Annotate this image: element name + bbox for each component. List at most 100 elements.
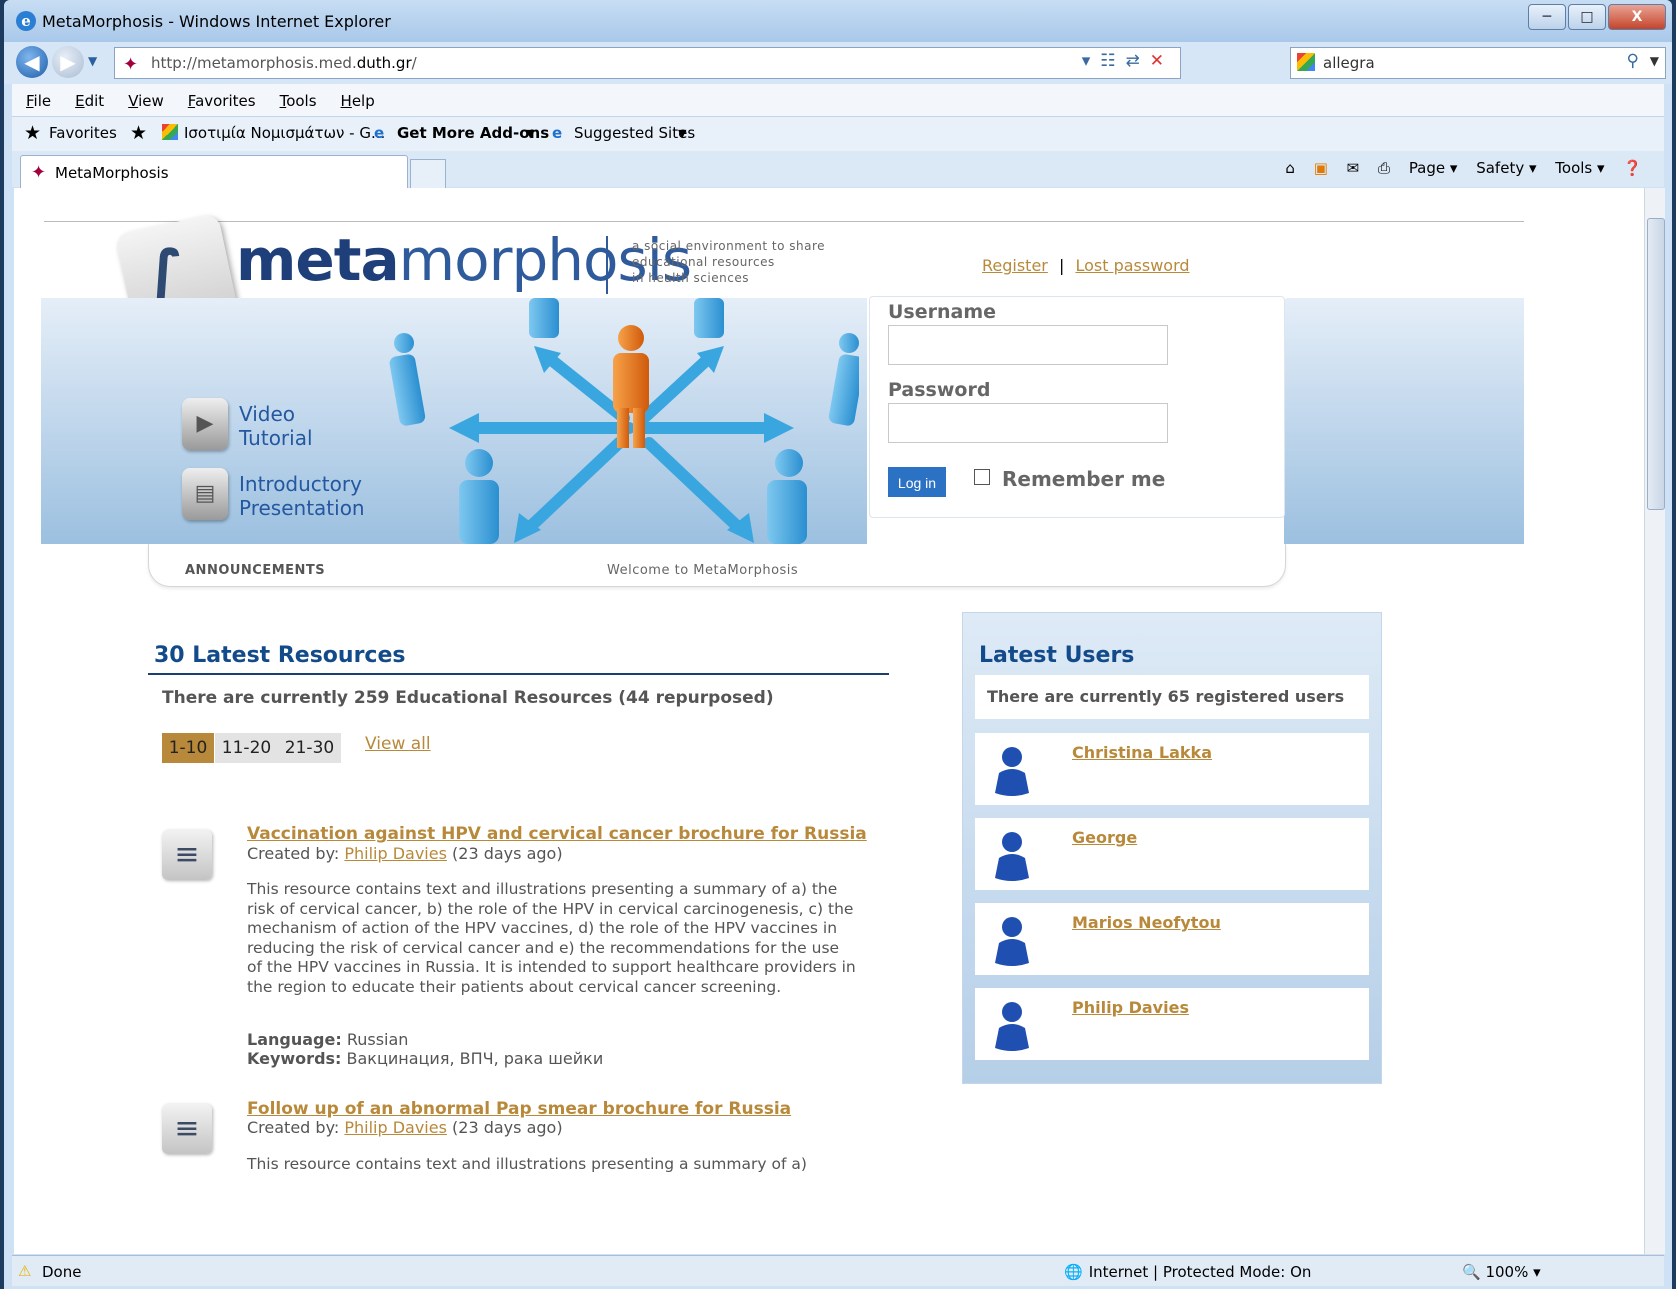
introductory-presentation-link[interactable]: Introductory Presentation	[239, 472, 365, 520]
page-21-30[interactable]: 21-30	[278, 733, 341, 763]
menu-tools[interactable]: Tools	[280, 92, 317, 110]
username-input[interactable]	[888, 325, 1168, 365]
zoom-value: 100%	[1485, 1263, 1529, 1281]
minimize-button[interactable]: ─	[1528, 4, 1566, 30]
announcements-bar: ANNOUNCEMENTS Welcome to MetaMorphosis	[148, 544, 1286, 587]
view-all-link[interactable]: View all	[365, 734, 431, 754]
remember-me-label[interactable]: Remember me	[1002, 467, 1165, 491]
history-dropdown-icon[interactable]: ▼	[88, 54, 97, 68]
scroll-thumb[interactable]	[1647, 218, 1665, 510]
ie-page-icon: e	[374, 124, 385, 142]
tab-row: ✦ MetaMorphosis ⌂ ▣ ✉ ⎙ Page ▾ Safety ▾ …	[12, 151, 1664, 189]
user-avatar-icon[interactable]	[989, 913, 1035, 967]
google-icon	[1297, 53, 1315, 71]
register-link[interactable]: Register	[982, 256, 1048, 275]
browser-window: e MetaMorphosis - Windows Internet Explo…	[4, 0, 1672, 1289]
menu-view[interactable]: View	[128, 92, 164, 110]
user-link[interactable]: Marios Neofytou	[1072, 913, 1221, 932]
title-bar: e MetaMorphosis - Windows Internet Explo…	[4, 0, 1672, 42]
compat-view-icon[interactable]: ☷	[1100, 51, 1125, 71]
url-domain: duth.gr	[356, 54, 412, 72]
vertical-scrollbar[interactable]	[1644, 188, 1665, 1254]
search-options-icon[interactable]: ▼	[1650, 54, 1659, 68]
suggested-dropdown-icon[interactable]: ▼	[678, 127, 686, 140]
warning-icon[interactable]: ⚠	[18, 1262, 31, 1280]
site-logo[interactable]: metamorphosis	[236, 226, 692, 294]
user-avatar-icon[interactable]	[989, 998, 1035, 1052]
add-favorites-icon[interactable]: ★	[130, 122, 147, 144]
menu-favorites[interactable]: Favorites	[188, 92, 256, 110]
resource-language: Language: Russian	[247, 1030, 408, 1050]
resource-title[interactable]: Vaccination against HPV and cervical can…	[247, 824, 867, 844]
video-tutorial-link[interactable]: Video Tutorial	[239, 402, 313, 450]
menu-edit[interactable]: Edit	[75, 92, 104, 110]
forward-button[interactable]: ▶	[52, 46, 84, 78]
section-divider	[148, 673, 889, 675]
zoom-level[interactable]: 🔍 100% ▾	[1462, 1263, 1541, 1281]
lost-password-link[interactable]: Lost password	[1075, 256, 1189, 275]
url-prefix: http://metamorphosis.med.	[151, 54, 357, 72]
refresh-icon[interactable]: ⇄	[1126, 51, 1150, 71]
remember-me-checkbox[interactable]	[974, 469, 990, 485]
video-camera-icon[interactable]: ▶	[182, 398, 228, 450]
search-input[interactable]: allegra	[1323, 54, 1375, 72]
account-links: Register | Lost password	[982, 256, 1190, 275]
menu-file[interactable]: File	[26, 92, 51, 110]
mail-icon[interactable]: ✉	[1347, 159, 1360, 177]
latest-users-panel: Latest Users There are currently 65 regi…	[962, 612, 1382, 1084]
print-icon[interactable]: ⎙	[1378, 159, 1390, 177]
address-dropdown-icon[interactable]: ▾	[1082, 51, 1101, 71]
search-icon[interactable]: ⚲	[1627, 51, 1639, 71]
author-link[interactable]: Philip Davies	[344, 844, 447, 863]
safety-menu[interactable]: Safety	[1476, 159, 1524, 177]
page-1-10[interactable]: 1-10	[162, 733, 214, 763]
language-value: Russian	[341, 1030, 409, 1049]
password-input[interactable]	[888, 403, 1168, 443]
site-tagline: a social environment to share educationa…	[632, 239, 826, 285]
resource-icon[interactable]: ≡	[162, 1104, 212, 1154]
user-link[interactable]: George	[1072, 828, 1137, 847]
page-menu[interactable]: Page	[1409, 159, 1445, 177]
maximize-button[interactable]: □	[1568, 4, 1606, 30]
favorites-button[interactable]: Favorites	[49, 124, 117, 142]
tab-favicon-icon: ✦	[31, 162, 47, 183]
user-avatar-icon[interactable]	[989, 828, 1035, 882]
resource-title[interactable]: Follow up of an abnormal Pap smear broch…	[247, 1099, 791, 1119]
globe-icon: 🌐	[1064, 1263, 1083, 1281]
feeds-icon[interactable]: ▣	[1314, 159, 1328, 177]
back-button[interactable]: ◀	[16, 46, 48, 78]
user-link[interactable]: Philip Davies	[1072, 998, 1189, 1017]
announcements-label: ANNOUNCEMENTS	[185, 563, 326, 578]
new-tab-button[interactable]	[410, 159, 446, 189]
help-icon[interactable]: ❓	[1623, 159, 1642, 177]
ie-logo-icon: e	[16, 11, 36, 31]
tools-menu[interactable]: Tools	[1555, 159, 1592, 177]
search-box[interactable]: allegra ⚲ ▼	[1290, 47, 1666, 79]
keywords-label: Keywords:	[247, 1049, 342, 1068]
site-favicon-icon: ✦	[123, 54, 139, 75]
links-separator: |	[1058, 256, 1065, 275]
stop-icon[interactable]: ✕	[1150, 51, 1174, 71]
user-link[interactable]: Christina Lakka	[1072, 743, 1212, 762]
resource-keywords: Keywords: Вакцинация, ВПЧ, рака шейки	[247, 1049, 603, 1069]
menu-help[interactable]: Help	[341, 92, 375, 110]
presentation-icon[interactable]: ▤	[182, 468, 228, 520]
close-button[interactable]: X	[1608, 4, 1666, 30]
tab-metamorphosis[interactable]: ✦ MetaMorphosis	[20, 155, 408, 188]
favorites-bar: ★ Favorites ★ Ισοτιμία Νομισμάτων - G...…	[12, 117, 1664, 151]
fav-link-currency[interactable]: Ισοτιμία Νομισμάτων - G...	[184, 124, 385, 142]
addons-dropdown-icon[interactable]: ▼	[526, 127, 534, 140]
language-label: Language:	[247, 1030, 342, 1049]
logo-meta: meta	[236, 226, 400, 294]
home-icon[interactable]: ⌂	[1285, 159, 1295, 177]
security-zone[interactable]: 🌐 Internet | Protected Mode: On	[1064, 1263, 1311, 1281]
author-link[interactable]: Philip Davies	[344, 1118, 447, 1137]
login-button[interactable]: Log in	[888, 467, 946, 497]
fav-link-suggested[interactable]: Suggested Sites	[574, 124, 695, 142]
users-count: There are currently 65 registered users	[975, 675, 1369, 719]
user-avatar-icon[interactable]	[989, 743, 1035, 797]
page-11-20[interactable]: 11-20	[215, 733, 278, 763]
resource-icon[interactable]: ≡	[162, 830, 212, 880]
hero-banner-right	[1284, 298, 1524, 544]
address-bar[interactable]: ✦ http://metamorphosis.med.duth.gr/ ▾☷⇄✕	[114, 47, 1181, 79]
